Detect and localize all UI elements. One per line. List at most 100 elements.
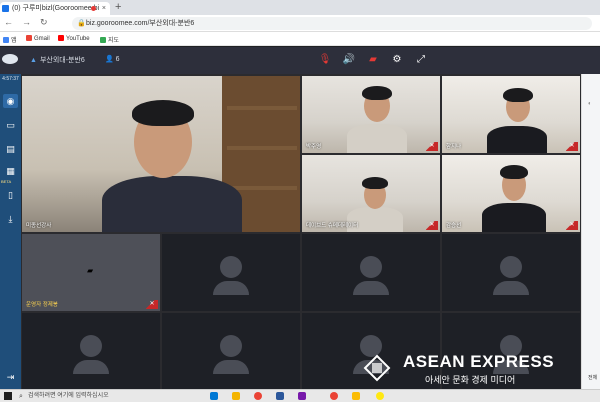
speaker-button[interactable]: 🔊 bbox=[342, 53, 356, 67]
gear-icon: ⚙ bbox=[392, 54, 402, 65]
avatar-placeholder-icon bbox=[220, 335, 242, 357]
right-chat-panel: ◐ 전체 bbox=[581, 74, 600, 389]
video-tile-5[interactable]: 감승선 ✕ bbox=[442, 155, 580, 232]
fullscreen-button[interactable]: ⤢ bbox=[414, 53, 428, 67]
person-body bbox=[102, 176, 242, 232]
taskbar-word-icon[interactable] bbox=[276, 392, 284, 400]
participant-name: 데이브드 슈메데레이터 bbox=[306, 223, 359, 229]
gooroomee-logo-icon bbox=[2, 54, 18, 64]
sidebar-file-button[interactable]: ▯ bbox=[3, 188, 18, 202]
tab-title: (0) 구루미bizl(Gooroomee bi bbox=[12, 5, 100, 12]
logout-button[interactable]: ⇥ bbox=[3, 372, 18, 386]
empty-tile bbox=[162, 313, 300, 389]
sidebar-beta-button[interactable]: ▦ BETA bbox=[1, 164, 18, 184]
camera-off-icon: ▰ bbox=[87, 266, 94, 275]
video-tile-3[interactable]: 함지나 ✕ bbox=[442, 76, 580, 153]
taskbar-app-icon[interactable] bbox=[298, 392, 306, 400]
participant-name: 함지나 bbox=[446, 144, 462, 150]
watermark-title: ASEAN EXPRESS bbox=[403, 352, 555, 371]
person-body bbox=[487, 126, 547, 153]
participant-name: 박주영 bbox=[306, 144, 322, 150]
shelf-board bbox=[227, 106, 297, 110]
person-body bbox=[347, 124, 407, 153]
search-icon: ⌕ bbox=[19, 393, 23, 400]
person-hair bbox=[362, 177, 388, 189]
person-icon: 👤 bbox=[105, 56, 114, 63]
operator-label: 운영자 정제봉 bbox=[26, 302, 58, 308]
avatar-placeholder-body bbox=[73, 360, 109, 374]
close-tab-icon[interactable]: × bbox=[102, 2, 106, 15]
taskbar-kakaotalk-icon[interactable] bbox=[376, 392, 384, 400]
avatar-placeholder-icon bbox=[220, 256, 242, 278]
back-icon[interactable]: ← bbox=[4, 17, 13, 27]
beta-label: BETA bbox=[1, 179, 12, 184]
taskbar-folder-icon[interactable] bbox=[232, 392, 240, 400]
video-tile-main[interactable]: 미종선강사 bbox=[22, 76, 300, 232]
recording-dot-icon bbox=[91, 6, 96, 11]
video-tile-operator[interactable]: ▰ 운영자 정제봉 ✕ bbox=[22, 234, 160, 311]
person-circle-icon: ◉ bbox=[6, 96, 15, 106]
video-grid: 미종선강사 박주영 ✕ 함지나 ✕ 데이브드 슈메데레이터 ✕ 감승선 ✕ ▰ … bbox=[21, 74, 581, 389]
empty-tile bbox=[302, 234, 440, 311]
browser-tab[interactable]: (0) 구루미bizl(Gooroomee bi × bbox=[0, 2, 110, 15]
new-tab-button[interactable]: + bbox=[115, 1, 121, 13]
avatar-placeholder-body bbox=[213, 360, 249, 374]
windows-start-icon[interactable] bbox=[4, 392, 12, 400]
youtube-icon bbox=[58, 35, 64, 41]
mic-off-icon: ✕ bbox=[146, 300, 158, 309]
avatar-placeholder-body bbox=[213, 281, 249, 295]
reload-icon[interactable]: ↻ bbox=[40, 17, 48, 28]
taskbar-edge-icon[interactable] bbox=[210, 392, 218, 400]
participant-name: 미종선강사 bbox=[26, 223, 52, 229]
video-tile-2[interactable]: 박주영 ✕ bbox=[302, 76, 440, 153]
watermark-subtitle: 아세안 문화 경제 미디어 bbox=[425, 375, 516, 385]
settings-button[interactable]: ⚙ bbox=[390, 53, 404, 67]
avatar-placeholder-body bbox=[493, 281, 529, 295]
camera-off-button[interactable]: ▰ bbox=[366, 53, 380, 67]
bookmarks-bar: 앱 Gmail YouTube 지도 bbox=[0, 32, 600, 46]
mic-off-icon: ✕ bbox=[566, 142, 578, 151]
screen: (0) 구루미bizl(Gooroomee bi × + ← → ↻ 🔒 biz… bbox=[0, 0, 600, 402]
person-hair bbox=[362, 86, 392, 100]
mic-off-icon: 🎙 bbox=[318, 54, 332, 65]
person-hair bbox=[500, 165, 528, 179]
bookmark-apps[interactable]: 앱 bbox=[3, 35, 17, 44]
taskbar-app-icon[interactable] bbox=[352, 392, 360, 400]
person-hair bbox=[503, 88, 533, 102]
sidebar-screen-share-button[interactable]: ▭ bbox=[3, 118, 18, 132]
browser-tab-strip: (0) 구루미bizl(Gooroomee bi × + bbox=[0, 0, 600, 15]
taskbar-search-placeholder: 검색하려면 여기에 입력하십시오 bbox=[28, 393, 109, 399]
empty-tile bbox=[442, 234, 580, 311]
taskbar-chrome-icon[interactable] bbox=[254, 392, 262, 400]
empty-tile bbox=[22, 313, 160, 389]
chat-scope-label: 전체 bbox=[588, 375, 598, 381]
avatar-placeholder-body bbox=[353, 281, 389, 295]
address-bar: ← → ↻ 🔒 biz.gooroomee.com/부산외대-분반6 bbox=[0, 15, 600, 32]
mic-off-icon: ✕ bbox=[426, 221, 438, 230]
forward-icon[interactable]: → bbox=[22, 17, 31, 27]
home-icon: ▲ bbox=[30, 57, 37, 64]
bookmark-gmail[interactable]: Gmail bbox=[26, 35, 50, 42]
participant-count[interactable]: 👤 6 bbox=[105, 55, 120, 63]
avatar-placeholder-icon bbox=[500, 256, 522, 278]
url-input[interactable]: 🔒 biz.gooroomee.com/부산외대-분반6 bbox=[72, 17, 592, 30]
mic-off-button[interactable]: 🎙 bbox=[318, 53, 332, 67]
favicon-icon bbox=[2, 5, 9, 12]
avatar-placeholder-icon bbox=[360, 256, 382, 278]
sidebar-participants-button[interactable]: ◉ bbox=[3, 94, 18, 108]
video-tile-4[interactable]: 데이브드 슈메데레이터 ✕ bbox=[302, 155, 440, 232]
url-text: biz.gooroomee.com/부산외대-분반6 bbox=[86, 20, 195, 27]
lock-icon: 🔒 bbox=[77, 20, 86, 27]
participant-name: 감승선 bbox=[446, 223, 462, 229]
taskbar-search-input[interactable]: ⌕ 검색하려면 여기에 입력하십시오 bbox=[18, 391, 138, 402]
avatar-placeholder-icon bbox=[80, 335, 102, 357]
taskbar-chrome-icon[interactable] bbox=[330, 392, 338, 400]
monitor-icon: ▭ bbox=[6, 120, 15, 130]
asean-express-logo-icon bbox=[363, 354, 391, 382]
sidebar-download-button[interactable]: ⤓ bbox=[3, 212, 18, 226]
bookmark-youtube[interactable]: YouTube bbox=[58, 35, 90, 42]
download-icon: ⤓ bbox=[8, 214, 13, 224]
sidebar-document-button[interactable]: ▤ bbox=[3, 142, 18, 156]
bookmark-maps[interactable]: 지도 bbox=[100, 35, 119, 44]
chat-toggle-icon[interactable]: ◐ bbox=[588, 101, 592, 107]
